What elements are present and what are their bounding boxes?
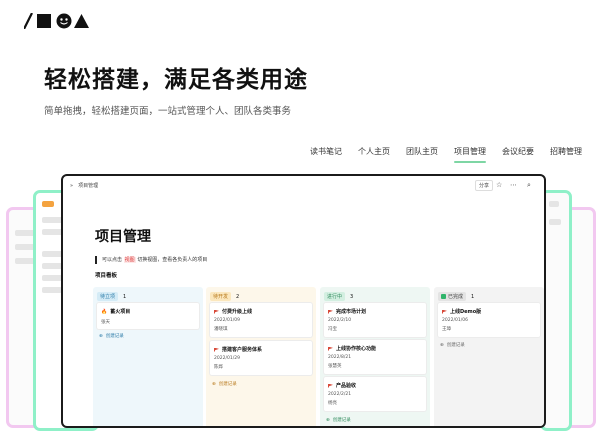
- logo-slash-icon: [24, 13, 33, 29]
- card-title: 付费升级上线: [222, 309, 253, 315]
- template-tabs: 读书笔记 个人主页 团队主页 项目管理 会议纪要 招聘管理: [310, 146, 598, 163]
- column-count: 3: [350, 293, 354, 300]
- tab-meeting-notes[interactable]: 会议纪要: [502, 146, 534, 163]
- kanban-card[interactable]: 产品验收 2022/2/21 杨亮: [324, 377, 426, 411]
- hero-subtitle: 简单拖拽，轻松搭建页面，一站式管理个人、团队各类事务: [44, 106, 292, 117]
- flag-icon: [328, 383, 333, 388]
- kanban-card[interactable]: 上线Demo版 2022/01/06 王璋: [438, 303, 540, 337]
- breadcrumb: » 项目管理: [70, 182, 98, 190]
- kanban-column-done: 已完成 1 上线Demo版 2022/01/06 王璋 ⊕ 创建记录: [434, 287, 544, 426]
- card-date: 2022/01/09: [214, 318, 240, 323]
- fire-icon: 🔥: [101, 308, 108, 315]
- tab-personal-home[interactable]: 个人主页: [358, 146, 390, 163]
- add-record-button[interactable]: ⊕ 创建记录: [99, 333, 124, 340]
- search-icon[interactable]: ⌕: [527, 181, 531, 190]
- flag-icon: [328, 346, 333, 351]
- status-badge: 待立项: [97, 292, 119, 301]
- add-record-button[interactable]: ⊕ 创建记录: [212, 381, 237, 388]
- more-icon[interactable]: ⋯: [510, 181, 517, 189]
- page-title: 项目管理: [95, 229, 151, 245]
- column-count: 1: [123, 293, 127, 300]
- tab-reading-notes[interactable]: 读书笔记: [310, 146, 342, 163]
- flag-icon: [214, 309, 219, 314]
- kanban-card[interactable]: 上线协作核心功能 2022/8/21 张慧英: [324, 340, 426, 374]
- column-count: 1: [471, 293, 475, 300]
- plus-icon: ⊕: [326, 417, 330, 423]
- kanban-column-dev: 待开发 2 付费升级上线 2022/01/09 潘晓琪 搭建客户服务体系 202…: [206, 287, 316, 426]
- hero-title: 轻松搭建，满足各类用途: [44, 67, 308, 93]
- callout-quote: 可以点击 视图 切换视图，查看各负责人的项目: [95, 256, 207, 264]
- flag-icon: [328, 309, 333, 314]
- tab-team-home[interactable]: 团队主页: [406, 146, 438, 163]
- board-label: 项目看板: [95, 273, 118, 279]
- card-title: 上线协作核心功能: [336, 346, 377, 352]
- column-count: 2: [236, 293, 240, 300]
- card-owner: 杨亮: [328, 401, 337, 406]
- plus-icon: ⊕: [440, 342, 444, 348]
- app-preview-window: » 项目管理 分享 ☆ ⋯ ⌕ 项目管理 可以点击 视图 切换视图，查看各负责人…: [61, 174, 546, 428]
- card-title: 蓄火项目: [110, 309, 131, 315]
- kanban-column-todo: 待立项 1 🔥 蓄火项目 张天 ⊕ 创建记录: [93, 287, 203, 426]
- card-owner: 潘晓琪: [214, 327, 228, 332]
- quote-highlight: 视图: [123, 257, 136, 263]
- card-date: 2022/2/21: [328, 392, 352, 397]
- card-date: 2022/01/29: [214, 356, 240, 361]
- logo-triangle-icon: [74, 14, 89, 28]
- plus-icon: ⊕: [99, 333, 103, 339]
- check-icon: [441, 294, 446, 299]
- kanban-card[interactable]: 完成市场计划 2022/2/10 冯宝: [324, 303, 426, 337]
- flag-icon: [214, 347, 219, 352]
- card-owner: 王璋: [442, 327, 451, 332]
- plus-icon: ⊕: [212, 381, 216, 387]
- tab-recruitment[interactable]: 招聘管理: [550, 146, 582, 163]
- card-date: 2022/2/10: [328, 318, 352, 323]
- logo-smile-icon: [56, 13, 72, 29]
- share-button[interactable]: 分享: [475, 180, 494, 191]
- window-topbar: » 项目管理 分享 ☆ ⋯ ⌕: [63, 176, 544, 196]
- card-date: 2022/01/06: [442, 318, 468, 323]
- quote-text-suffix: 切换视图，查看各负责人的项目: [137, 257, 208, 263]
- card-title: 完成市场计划: [336, 309, 367, 315]
- card-owner: 陈烨: [214, 365, 223, 370]
- sidebar-toggle-icon[interactable]: »: [70, 183, 73, 189]
- card-owner: 张慧英: [328, 364, 342, 369]
- status-badge: 已完成: [438, 292, 467, 301]
- status-label: 已完成: [448, 294, 464, 300]
- kanban-card[interactable]: 搭建客户服务体系 2022/01/29 陈烨: [210, 341, 312, 375]
- breadcrumb-current[interactable]: 项目管理: [78, 182, 98, 189]
- card-owner: 冯宝: [328, 327, 337, 332]
- add-record-button[interactable]: ⊕ 创建记录: [326, 417, 351, 424]
- kanban-card[interactable]: 付费升级上线 2022/01/09 潘晓琪: [210, 303, 312, 337]
- column-header: 进行中 3: [324, 292, 353, 301]
- card-title: 上线Demo版: [450, 309, 482, 315]
- card-title: 搭建客户服务体系: [222, 347, 263, 353]
- add-record-button[interactable]: ⊕ 创建记录: [440, 342, 465, 349]
- column-header: 待开发 2: [210, 292, 239, 301]
- flag-icon: [442, 309, 447, 314]
- card-date: 2022/8/21: [328, 355, 352, 360]
- status-badge: 待开发: [210, 292, 232, 301]
- card-title: 产品验收: [336, 383, 357, 389]
- tab-project-management[interactable]: 项目管理: [454, 146, 486, 163]
- card-owner: 张天: [101, 320, 110, 325]
- brand-logo: [24, 13, 89, 29]
- logo-square-icon: [37, 14, 51, 28]
- status-badge: 进行中: [324, 292, 346, 301]
- kanban-card[interactable]: 🔥 蓄火项目 张天: [97, 303, 199, 329]
- column-header: 待立项 1: [97, 292, 126, 301]
- column-header: 已完成 1: [438, 292, 474, 301]
- quote-text-prefix: 可以点击: [102, 257, 123, 263]
- kanban-column-doing: 进行中 3 完成市场计划 2022/2/10 冯宝 上线协作核心功能 2022/…: [320, 287, 430, 426]
- star-icon[interactable]: ☆: [496, 181, 502, 189]
